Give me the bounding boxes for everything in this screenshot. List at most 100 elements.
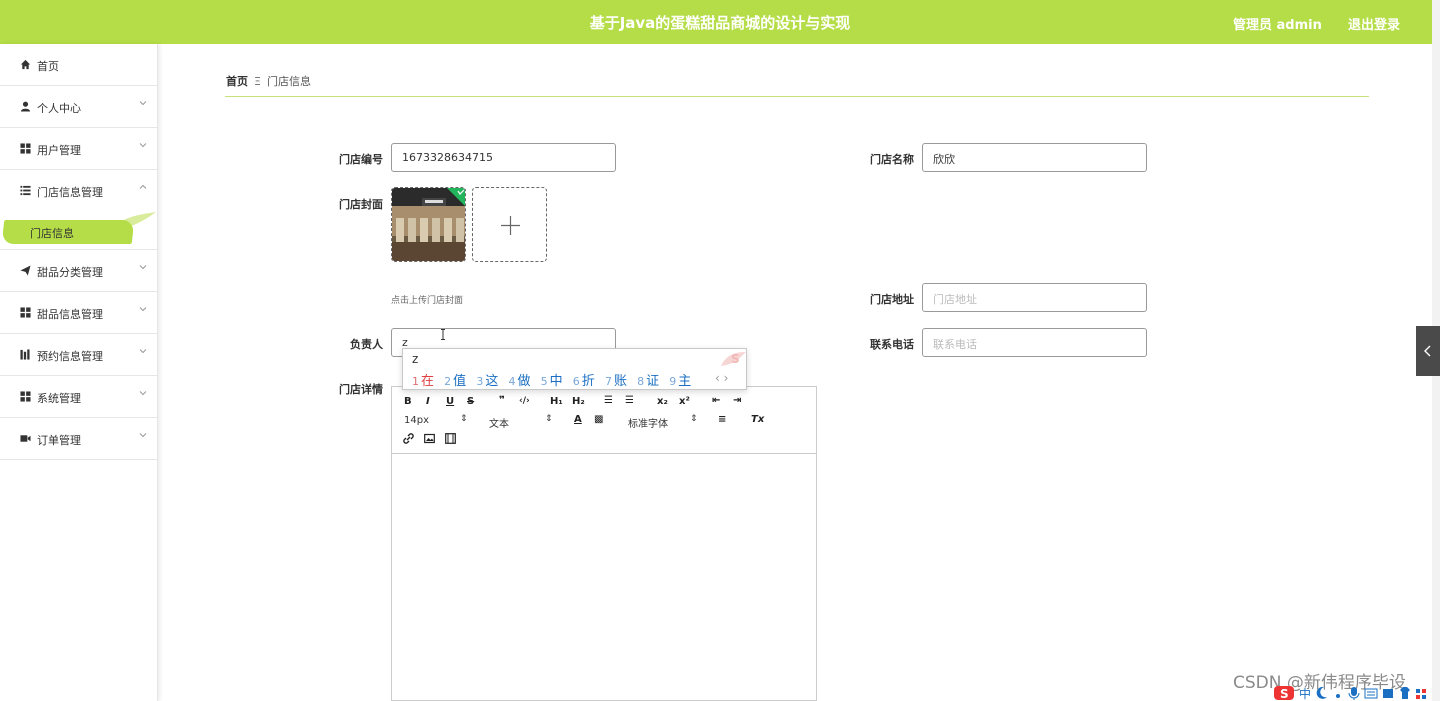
font-family-select[interactable]: 标准字体	[628, 415, 668, 430]
header-select[interactable]: 文本	[489, 415, 509, 430]
chevron-down-icon	[139, 349, 147, 354]
breadcrumb-home[interactable]: 首页	[226, 75, 248, 88]
h2-button[interactable]: H₂	[572, 396, 585, 407]
store-name-input[interactable]: 欣欣	[922, 143, 1147, 172]
background-color-button[interactable]: ▩	[594, 414, 603, 425]
breadcrumb: 首页 Ξ 门店信息	[226, 73, 311, 89]
sidebar-item-dessert-info[interactable]: 甜品信息管理	[0, 292, 158, 334]
manager-label: 负责人	[350, 338, 383, 351]
sidebar-item-label: 首页	[37, 60, 59, 73]
skin-icon[interactable]	[1381, 685, 1395, 701]
svg-text:中: 中	[1299, 686, 1311, 701]
video-icon[interactable]	[445, 433, 456, 444]
subscript-button[interactable]: x₂	[657, 396, 668, 407]
ime-candidate[interactable]: 4做	[508, 374, 530, 389]
ime-candidate[interactable]: 6折	[573, 374, 595, 389]
sidebar: 首页 个人中心 用户管理 门店信息管理 门店信息 甜品分类管理 甜品信息管理 预…	[0, 44, 158, 701]
list-icon	[20, 185, 31, 196]
plus-icon	[501, 216, 520, 235]
address-label: 门店地址	[870, 293, 914, 306]
admin-label: 管理员 admin	[1233, 18, 1322, 33]
ime-candidate[interactable]: 8证	[637, 374, 659, 389]
align-button[interactable]: ≡	[718, 414, 726, 425]
chinese-mode-icon[interactable]: 中	[1298, 685, 1312, 701]
sidebar-item-reservation-info[interactable]: 预约信息管理	[0, 334, 158, 376]
user-icon	[20, 101, 31, 112]
italic-button[interactable]: I	[426, 396, 430, 407]
breadcrumb-current: 门店信息	[266, 75, 311, 88]
grid-icon	[20, 391, 31, 402]
svg-text:S: S	[731, 352, 740, 366]
bar-chart-icon	[20, 349, 30, 360]
microphone-icon[interactable]	[1347, 685, 1361, 701]
sidebar-item-label: 用户管理	[37, 144, 81, 157]
video-icon	[20, 435, 31, 442]
ime-candidate[interactable]: 1在	[412, 374, 434, 389]
font-color-button[interactable]: A	[574, 414, 582, 425]
chevron-left-icon	[1424, 345, 1431, 357]
grid-icon	[20, 307, 31, 318]
sogou-s-icon[interactable]: S	[1273, 685, 1295, 701]
ime-candidate[interactable]: 7账	[605, 374, 627, 389]
select-arrows-icon: ⇕	[460, 414, 468, 424]
chevron-down-icon	[139, 433, 147, 438]
cover-image[interactable]	[391, 187, 466, 262]
chevron-up-icon	[139, 184, 147, 189]
underline-button[interactable]: U	[446, 396, 454, 407]
clear-format-button[interactable]: Tx	[751, 414, 764, 425]
grid-icon	[20, 143, 31, 154]
bold-button[interactable]: B	[404, 396, 412, 407]
ime-candidate-window[interactable]: z 1在 2值 3这 4做 5中 6折 7账 8证 9主 ‹ › S	[402, 348, 747, 390]
indent-button[interactable]: ⇥	[733, 395, 741, 406]
menu-grid-icon[interactable]	[1415, 685, 1427, 701]
cover-label: 门店封面	[339, 198, 383, 211]
keyboard-icon[interactable]	[1364, 685, 1378, 701]
ime-candidate[interactable]: 2值	[444, 374, 466, 389]
strike-button[interactable]: S	[467, 396, 474, 407]
bullet-list-button[interactable]: ☰	[625, 395, 634, 406]
sidebar-item-home[interactable]: 首页	[0, 44, 158, 86]
h1-button[interactable]: H₁	[550, 396, 563, 407]
logout-button[interactable]: 退出登录	[1348, 14, 1400, 33]
chevron-down-icon	[139, 391, 147, 396]
phone-label: 联系电话	[870, 338, 914, 351]
shirt-icon[interactable]	[1398, 685, 1412, 701]
chevron-down-icon	[139, 101, 147, 106]
sidebar-item-dessert-category[interactable]: 甜品分类管理	[0, 250, 158, 292]
outdent-button[interactable]: ⇤	[712, 395, 720, 406]
comma-icon[interactable]	[1332, 685, 1344, 701]
ime-candidate[interactable]: 5中	[541, 374, 563, 389]
sidebar-item-label: 个人中心	[37, 102, 81, 115]
sidebar-item-order-management[interactable]: 订单管理	[0, 418, 158, 460]
add-cover-button[interactable]	[472, 187, 547, 262]
sidebar-item-system-management[interactable]: 系统管理	[0, 376, 158, 418]
moon-icon[interactable]	[1315, 685, 1329, 701]
ime-page-nav[interactable]: ‹ ›	[715, 371, 728, 385]
blockquote-button[interactable]: ❞	[499, 395, 505, 406]
detail-label: 门店详情	[339, 383, 383, 396]
phone-input[interactable]: 联系电话	[922, 328, 1147, 357]
image-icon[interactable]	[424, 433, 435, 444]
sidebar-item-label: 甜品分类管理	[37, 266, 103, 279]
address-input[interactable]: 门店地址	[922, 283, 1147, 312]
sidebar-item-personal-center[interactable]: 个人中心	[0, 86, 158, 128]
sidebar-subitem-store-info[interactable]: 门店信息	[30, 225, 74, 241]
ime-candidate[interactable]: 3这	[476, 374, 498, 389]
ime-candidate[interactable]: 9主	[669, 374, 691, 389]
superscript-button[interactable]: x²	[679, 396, 690, 407]
panel-toggle-button[interactable]	[1416, 326, 1440, 376]
code-button[interactable]: ‹/›	[519, 396, 530, 406]
sidebar-item-user-management[interactable]: 用户管理	[0, 128, 158, 170]
editor-toolbar: B I U S ❞ ‹/› H₁ H₂ ☰ ☰ x₂ x² ⇤ ⇥ 14px ⇕…	[392, 387, 816, 454]
rich-text-editor[interactable]: B I U S ❞ ‹/› H₁ H₂ ☰ ☰ x₂ x² ⇤ ⇥ 14px ⇕…	[391, 386, 817, 701]
font-size-select[interactable]: 14px	[404, 415, 429, 426]
home-icon	[20, 59, 31, 70]
sidebar-item-label: 门店信息管理	[37, 186, 103, 199]
ordered-list-button[interactable]: ☰	[604, 395, 613, 406]
chevron-down-icon	[139, 143, 147, 148]
link-icon[interactable]	[403, 433, 414, 444]
store-name-label: 门店名称	[870, 153, 914, 166]
store-no-input[interactable]: 1673328634715	[391, 143, 616, 172]
ime-toolbar: S 中	[1273, 685, 1440, 701]
sidebar-item-store-info-management[interactable]: 门店信息管理	[0, 170, 158, 212]
